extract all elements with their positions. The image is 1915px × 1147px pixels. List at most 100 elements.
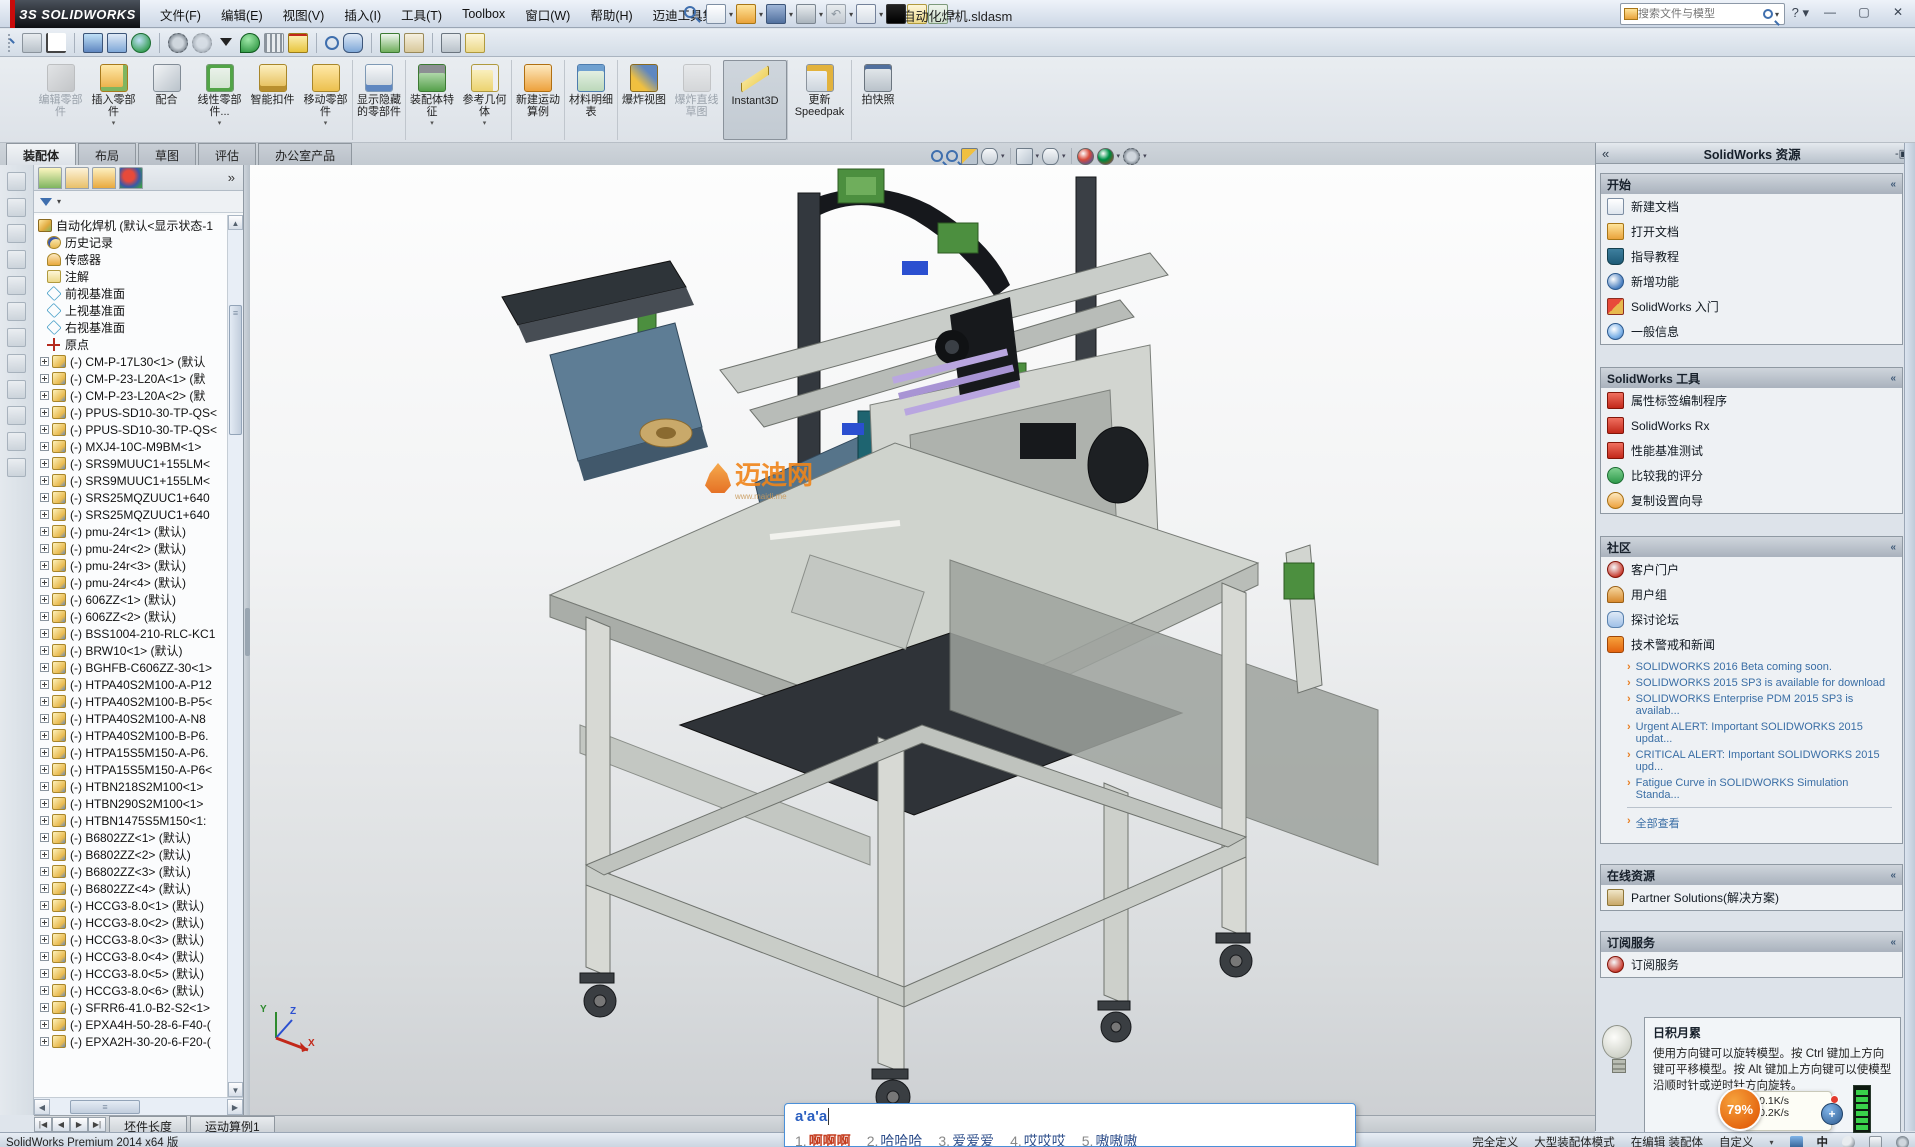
- battery-meter-icon[interactable]: [1853, 1085, 1871, 1133]
- tree-component-row[interactable]: (-) PPUS-SD10-30-TP-QS<: [34, 404, 227, 421]
- ribbon-button[interactable]: 爆炸视图: [617, 60, 670, 140]
- news-link[interactable]: ›SOLIDWORKS 2015 SP3 is available for do…: [1627, 675, 1892, 691]
- expand-icon[interactable]: [40, 493, 49, 502]
- globe-icon[interactable]: [131, 33, 151, 53]
- command-manager-tab[interactable]: 装配体: [6, 143, 76, 165]
- minimize-button[interactable]: —: [1817, 4, 1843, 22]
- expand-icon[interactable]: [40, 731, 49, 740]
- task-pane-link[interactable]: SolidWorks Rx: [1601, 413, 1902, 438]
- help-button[interactable]: ? ▾: [1792, 5, 1809, 21]
- task-pane-link[interactable]: 探讨论坛: [1601, 607, 1902, 632]
- ime-shield-icon[interactable]: [1790, 1136, 1803, 1147]
- tree-component-row[interactable]: (-) HTPA40S2M100-A-P12: [34, 676, 227, 693]
- tree-component-row[interactable]: (-) SRS9MUUC1+155LM<: [34, 455, 227, 472]
- graphics-viewport[interactable]: 迈迪网www.maidi.me Y Z X: [250, 165, 1595, 1115]
- expand-icon[interactable]: [40, 561, 49, 570]
- tree-component-row[interactable]: (-) EPXA2H-30-20-6-F20-(: [34, 1033, 227, 1050]
- command-search-icon[interactable]: [684, 6, 696, 18]
- expand-icon[interactable]: [40, 425, 49, 434]
- expand-icon[interactable]: [40, 697, 49, 706]
- tree-component-row[interactable]: (-) CM-P-17L30<1> (默认: [34, 353, 227, 370]
- expand-icon[interactable]: [40, 850, 49, 859]
- command-manager-tab[interactable]: 办公室产品: [258, 143, 352, 165]
- gear-icon[interactable]: [168, 33, 188, 53]
- news-link[interactable]: ›SOLIDWORKS Enterprise PDM 2015 SP3 is a…: [1627, 691, 1892, 719]
- tab-configuration-manager[interactable]: [92, 167, 116, 189]
- left-tool-icon[interactable]: [7, 250, 26, 269]
- collapse-icon[interactable]: «: [1602, 146, 1609, 161]
- open-icon[interactable]: [736, 4, 756, 24]
- battery-percent-badge[interactable]: 79%: [1718, 1087, 1762, 1131]
- expand-icon[interactable]: [40, 391, 49, 400]
- left-tool-icon[interactable]: [7, 302, 26, 321]
- expand-icon[interactable]: [40, 918, 49, 927]
- ime-candidate[interactable]: 4.哎哎哎: [1010, 1131, 1066, 1147]
- ribbon-button[interactable]: 装配体特征 ▾: [405, 60, 458, 140]
- expand-icon[interactable]: [40, 663, 49, 672]
- expand-icon[interactable]: [40, 748, 49, 757]
- tree-component-row[interactable]: (-) HTBN218S2M100<1>: [34, 778, 227, 795]
- news-link[interactable]: ›Urgent ALERT: Important SOLIDWORKS 2015…: [1627, 719, 1892, 747]
- tree-component-row[interactable]: (-) CM-P-23-L20A<2> (默: [34, 387, 227, 404]
- tree-item[interactable]: 传感器: [34, 251, 227, 268]
- options-icon[interactable]: [928, 4, 948, 24]
- tree-component-row[interactable]: (-) HCCG3-8.0<1> (默认): [34, 897, 227, 914]
- tree-component-row[interactable]: (-) HTBN1475S5M150<1:: [34, 812, 227, 829]
- ime-candidate[interactable]: 5.嗷嗷嗷: [1082, 1131, 1138, 1147]
- tree-item[interactable]: 历史记录: [34, 234, 227, 251]
- tree-component-row[interactable]: (-) PPUS-SD10-30-TP-QS<: [34, 421, 227, 438]
- scroll-left-icon[interactable]: ◀: [34, 1099, 50, 1115]
- tree-component-row[interactable]: (-) HCCG3-8.0<2> (默认): [34, 914, 227, 931]
- collapse-section-icon[interactable]: «: [1890, 937, 1896, 948]
- ribbon-button[interactable]: 新建运动算例: [511, 60, 564, 140]
- tree-component-row[interactable]: (-) CM-P-23-L20A<1> (默: [34, 370, 227, 387]
- task-pane-link[interactable]: 打开文档: [1601, 219, 1902, 244]
- select-icon[interactable]: [856, 4, 876, 24]
- expand-icon[interactable]: [40, 1037, 49, 1046]
- spring-icon[interactable]: [264, 33, 284, 53]
- tree-component-row[interactable]: (-) HTPA15S5M150-A-P6.: [34, 744, 227, 761]
- tab-feature-manager[interactable]: [38, 167, 62, 189]
- tree-component-row[interactable]: (-) BGHFB-C606ZZ-30<1>: [34, 659, 227, 676]
- tree-filter-bar[interactable]: ▾: [34, 191, 243, 213]
- task-pane-link[interactable]: 比较我的评分: [1601, 463, 1902, 488]
- expand-icon[interactable]: [40, 459, 49, 468]
- task-pane-link[interactable]: 订阅服务: [1601, 952, 1902, 977]
- ribbon-button[interactable]: 智能扣件: [246, 60, 299, 140]
- left-tool-icon[interactable]: [7, 276, 26, 295]
- expand-icon[interactable]: [40, 816, 49, 825]
- ime-mode-indicator[interactable]: 中: [1817, 1134, 1829, 1147]
- task-pane-link[interactable]: 一般信息: [1601, 319, 1902, 344]
- menu-item[interactable]: 编辑(E): [211, 1, 273, 28]
- customize-caret-icon[interactable]: ▾: [1767, 1138, 1775, 1147]
- ribbon-button[interactable]: 移动零部件 ▾: [299, 60, 352, 140]
- menu-item[interactable]: 文件(F): [150, 1, 211, 28]
- ribbon-button[interactable]: 爆炸直线草图: [670, 60, 723, 140]
- news-link[interactable]: ›CRITICAL ALERT: Important SOLIDWORKS 20…: [1627, 747, 1892, 775]
- expand-icon[interactable]: [40, 408, 49, 417]
- ribbon-button[interactable]: 参考几何体 ▾: [458, 60, 511, 140]
- left-tool-icon[interactable]: [7, 224, 26, 243]
- expand-icon[interactable]: [40, 935, 49, 944]
- ime-candidate[interactable]: 3.爱爱爱: [938, 1131, 994, 1147]
- tree-component-row[interactable]: (-) 606ZZ<2> (默认): [34, 608, 227, 625]
- expand-icon[interactable]: [40, 374, 49, 383]
- expand-icon[interactable]: [40, 799, 49, 808]
- section-view-icon[interactable]: [961, 148, 978, 165]
- funnel-icon[interactable]: [216, 33, 236, 53]
- expand-icon[interactable]: [40, 986, 49, 995]
- close-button[interactable]: ✕: [1885, 4, 1911, 22]
- tree-component-row[interactable]: (-) pmu-24r<1> (默认): [34, 523, 227, 540]
- ribbon-button[interactable]: 拍快照: [851, 60, 904, 140]
- task-pane-scrollbar[interactable]: [1904, 143, 1915, 1131]
- view-all-link[interactable]: ›全部查看: [1627, 813, 1882, 833]
- tree-component-row[interactable]: (-) HCCG3-8.0<5> (默认): [34, 965, 227, 982]
- expand-icon[interactable]: [40, 901, 49, 910]
- dropdown-caret-icon[interactable]: ▾: [483, 119, 487, 127]
- expand-icon[interactable]: [40, 1003, 49, 1012]
- ime-fullhalf-icon[interactable]: [1842, 1136, 1855, 1147]
- ime-keyboard-icon[interactable]: [1869, 1136, 1882, 1147]
- expand-icon[interactable]: [40, 765, 49, 774]
- expand-icon[interactable]: [40, 867, 49, 876]
- expand-icon[interactable]: [40, 442, 49, 451]
